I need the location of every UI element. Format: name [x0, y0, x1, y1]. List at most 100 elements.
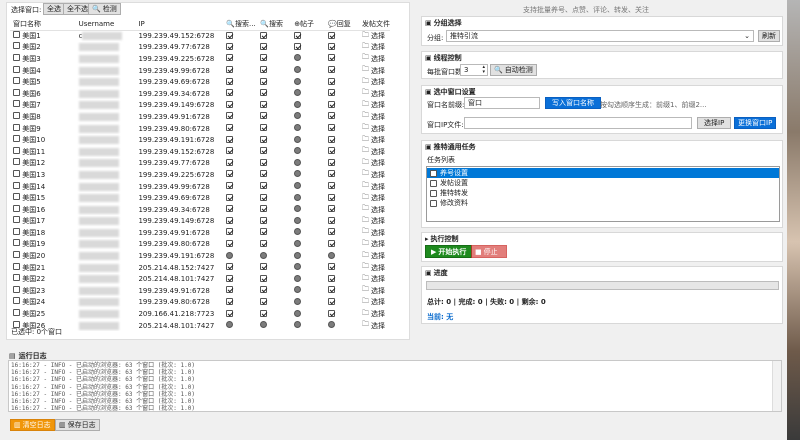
task-checkbox[interactable]	[260, 309, 268, 317]
row-file-button[interactable]: 🗀 选择	[362, 227, 390, 238]
task-checkbox[interactable]	[260, 100, 268, 108]
row-file-button[interactable]: 🗀 选择	[362, 88, 390, 99]
row-checkbox[interactable]	[13, 181, 20, 189]
row-file-cell[interactable]: 🗀 选择	[359, 53, 390, 65]
task-checkbox[interactable]	[260, 170, 268, 178]
table-row[interactable]: 美国2 199.239.49.77:6728 🗀 选择	[10, 42, 390, 54]
task-checkbox[interactable]	[226, 193, 234, 201]
row-file-button[interactable]: 🗀 选择	[362, 77, 390, 88]
row-file-cell[interactable]: 🗀 选择	[359, 76, 390, 88]
row-file-cell[interactable]: 🗀 选择	[359, 262, 390, 274]
select-ip-button[interactable]: 选择IP	[697, 117, 732, 129]
row-file-cell[interactable]: 🗀 选择	[359, 146, 390, 158]
row-checkbox[interactable]	[13, 88, 20, 96]
task-checkbox[interactable]	[260, 274, 268, 282]
task-checkbox[interactable]	[328, 66, 336, 74]
row-checkbox[interactable]	[13, 262, 20, 270]
row-checkbox[interactable]	[13, 251, 20, 259]
row-file-button[interactable]: 🗀 选择	[362, 320, 390, 331]
task-checkbox[interactable]	[328, 135, 336, 143]
task-checkbox[interactable]	[260, 239, 268, 247]
task-checkbox[interactable]	[226, 274, 234, 282]
row-file-cell[interactable]: 🗀 选择	[359, 88, 390, 100]
task-list-item[interactable]: 修改资料	[427, 198, 779, 208]
task-checkbox[interactable]	[226, 124, 234, 132]
detect-button[interactable]: 🔍 检测	[88, 3, 121, 15]
task-checkbox[interactable]	[328, 274, 336, 282]
row-file-button[interactable]: 🗀 选择	[362, 123, 390, 134]
table-row[interactable]: 美国15 199.239.49.69:6728 🗀 选择	[10, 192, 390, 204]
refresh-button[interactable]: 刷新	[758, 30, 780, 42]
write-name-button[interactable]: 写入窗口名称	[545, 97, 601, 109]
row-file-button[interactable]: 🗀 选择	[362, 169, 390, 180]
auto-detect-button[interactable]: 🔍 自动检测	[490, 64, 537, 76]
row-checkbox[interactable]	[13, 31, 20, 39]
task-checkbox[interactable]	[328, 112, 336, 120]
task-checkbox[interactable]	[226, 182, 234, 190]
row-file-cell[interactable]: 🗀 选择	[359, 100, 390, 112]
table-row[interactable]: 美国6 199.239.49.34:6728 🗀 选择	[10, 88, 390, 100]
table-row[interactable]: 美国1 c 199.239.49.152:6728 🗀 选择	[10, 30, 390, 42]
row-checkbox[interactable]	[13, 135, 20, 143]
task-checkbox[interactable]	[294, 31, 302, 39]
task-checkbox[interactable]	[226, 135, 234, 143]
table-row[interactable]: 美国4 199.239.49.99:6728 🗀 选择	[10, 65, 390, 77]
task-checkbox[interactable]	[226, 66, 234, 74]
task-checkbox[interactable]	[260, 54, 268, 62]
row-file-button[interactable]: 🗀 选择	[362, 53, 390, 64]
task-checkbox[interactable]	[260, 112, 268, 120]
table-row[interactable]: 美国9 199.239.49.80:6728 🗀 选择	[10, 123, 390, 135]
row-file-cell[interactable]: 🗀 选择	[359, 239, 390, 251]
task-list-item[interactable]: 养号设置	[427, 168, 779, 178]
table-row[interactable]: 美国25 209.166.41.218:7723 🗀 选择	[10, 308, 390, 320]
task-checkbox[interactable]	[226, 170, 234, 178]
task-checkbox[interactable]	[226, 100, 234, 108]
table-row[interactable]: 美国3 199.239.49.225:6728 🗀 选择	[10, 53, 390, 65]
task-checkbox[interactable]	[328, 54, 336, 62]
clear-log-button[interactable]: ▥ 清空日志	[10, 419, 55, 431]
table-row[interactable]: 美国12 199.239.49.77:6728 🗀 选择	[10, 158, 390, 170]
task-checkbox[interactable]	[328, 297, 336, 305]
col-search-a[interactable]: 🔍搜索...	[223, 19, 258, 31]
task-checkbox[interactable]	[260, 286, 268, 294]
task-checkbox[interactable]	[260, 182, 268, 190]
change-ip-button[interactable]: 更换窗口IP	[734, 117, 777, 129]
table-row[interactable]: 美国7 199.239.49.149:6728 🗀 选择	[10, 100, 390, 112]
task-checkbox[interactable]	[328, 228, 336, 236]
ip-file-input[interactable]	[464, 117, 692, 129]
row-file-cell[interactable]: 🗀 选择	[359, 65, 390, 77]
task-checkbox[interactable]	[260, 89, 268, 97]
task-checkbox[interactable]	[294, 42, 302, 50]
table-row[interactable]: 美国24 199.239.49.80:6728 🗀 选择	[10, 297, 390, 309]
col-post[interactable]: ⊕帖子	[291, 19, 326, 31]
table-row[interactable]: 美国26 205.214.48.101:7427 🗀 选择	[10, 320, 390, 332]
col-username[interactable]: Username	[75, 19, 136, 31]
task-checkbox[interactable]	[260, 135, 268, 143]
row-checkbox[interactable]	[13, 239, 20, 247]
table-row[interactable]: 美国23 199.239.49.91:6728 🗀 选择	[10, 285, 390, 297]
table-row[interactable]: 美国13 199.239.49.225:6728 🗀 选择	[10, 169, 390, 181]
row-file-cell[interactable]: 🗀 选择	[359, 227, 390, 239]
row-file-button[interactable]: 🗀 选择	[362, 135, 390, 146]
task-item-checkbox[interactable]	[430, 179, 437, 187]
row-file-button[interactable]: 🗀 选择	[362, 274, 390, 285]
row-checkbox[interactable]	[13, 193, 20, 201]
task-checkbox[interactable]	[328, 100, 336, 108]
task-checkbox[interactable]	[328, 182, 336, 190]
task-checkbox[interactable]	[260, 297, 268, 305]
task-checkbox[interactable]	[328, 89, 336, 97]
task-checkbox[interactable]	[328, 205, 336, 213]
row-file-button[interactable]: 🗀 选择	[362, 42, 390, 53]
task-checkbox[interactable]	[226, 77, 234, 85]
row-file-button[interactable]: 🗀 选择	[362, 297, 390, 308]
table-row[interactable]: 美国18 199.239.49.91:6728 🗀 选择	[10, 227, 390, 239]
row-file-cell[interactable]: 🗀 选择	[359, 30, 390, 42]
row-file-button[interactable]: 🗀 选择	[362, 31, 390, 42]
row-file-cell[interactable]: 🗀 选择	[359, 308, 390, 320]
stop-button[interactable]: ■ 停止	[471, 245, 507, 258]
task-checkbox[interactable]	[226, 205, 234, 213]
col-reply[interactable]: 💬回复	[325, 19, 359, 31]
task-list-item[interactable]: 发帖设置	[427, 178, 779, 188]
task-checkbox[interactable]	[260, 147, 268, 155]
task-checkbox[interactable]	[260, 205, 268, 213]
